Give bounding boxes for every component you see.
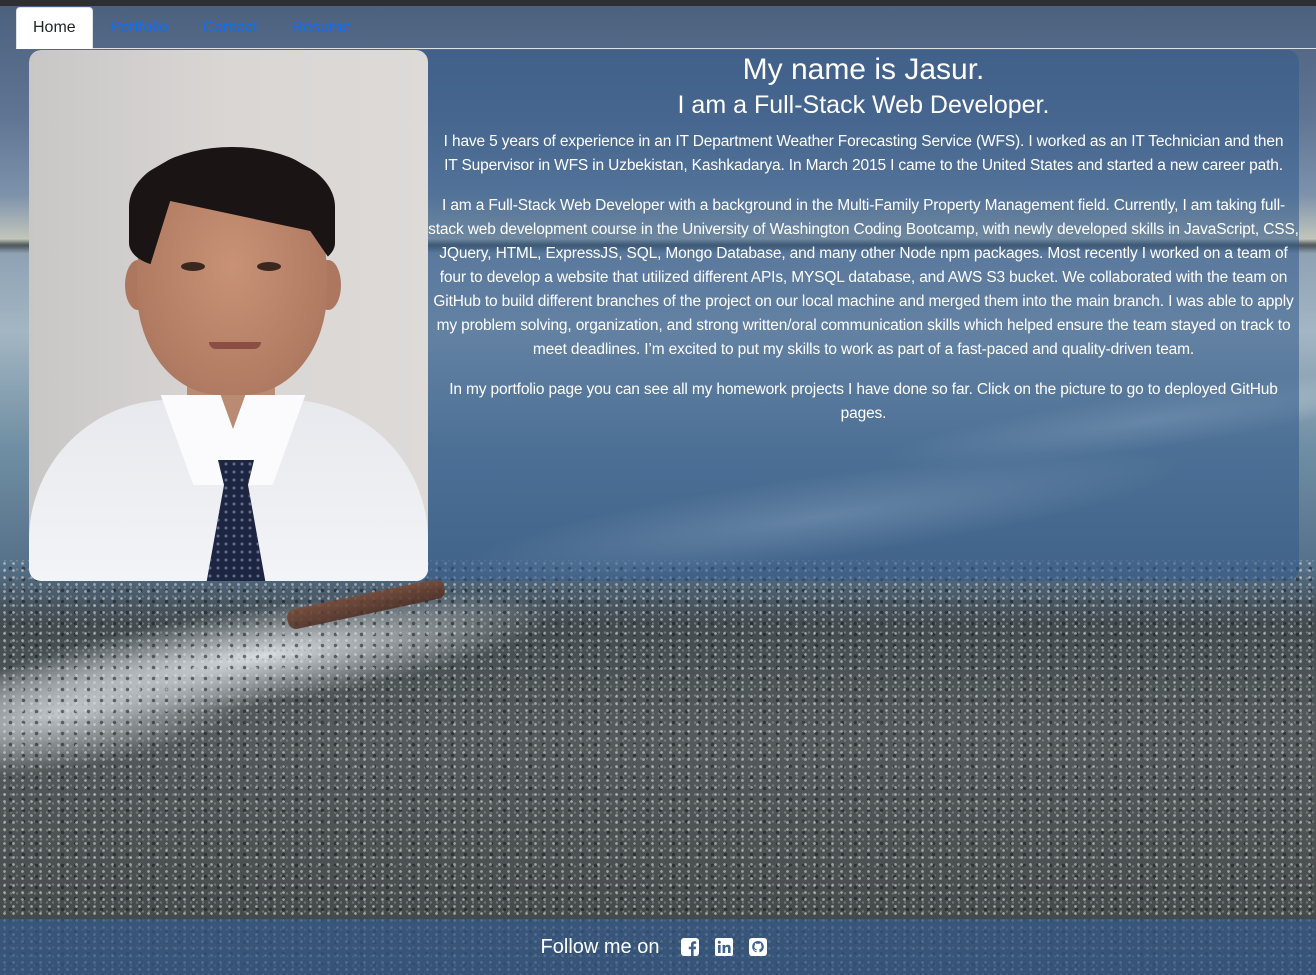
photo-eye-left — [181, 262, 205, 271]
tab-resume[interactable]: Resume — [275, 7, 369, 49]
about-text: My name is Jasur. I am a Full-Stack Web … — [428, 50, 1299, 581]
footer: Follow me on — [0, 919, 1316, 975]
tab-contact[interactable]: Contact — [185, 7, 274, 49]
about-card: My name is Jasur. I am a Full-Stack Web … — [29, 50, 1299, 581]
profile-photo — [29, 50, 428, 581]
photo-eye-right — [257, 262, 281, 271]
portfolio-paragraph: In my portfolio page you can see all my … — [449, 381, 1278, 422]
experience-paragraph: I have 5 years of experience in an IT De… — [443, 133, 1284, 174]
skills-paragraph: I am a Full-Stack Web Developer with a b… — [428, 197, 1299, 358]
tab-home[interactable]: Home — [16, 7, 93, 49]
linkedin-icon[interactable] — [714, 937, 734, 957]
tab-portfolio[interactable]: Portfolio — [93, 7, 186, 49]
page-subtitle: I am a Full-Stack Web Developer. — [677, 91, 1050, 119]
nav-tabs: Home Portfolio Contact Resume — [16, 7, 1316, 49]
footer-follow-text: Follow me on — [540, 935, 660, 958]
browser-top-strip — [0, 0, 1316, 6]
photo-mouth — [209, 342, 261, 349]
github-icon[interactable] — [748, 937, 768, 957]
facebook-icon[interactable] — [680, 937, 700, 957]
page-title: My name is Jasur. — [742, 53, 985, 86]
